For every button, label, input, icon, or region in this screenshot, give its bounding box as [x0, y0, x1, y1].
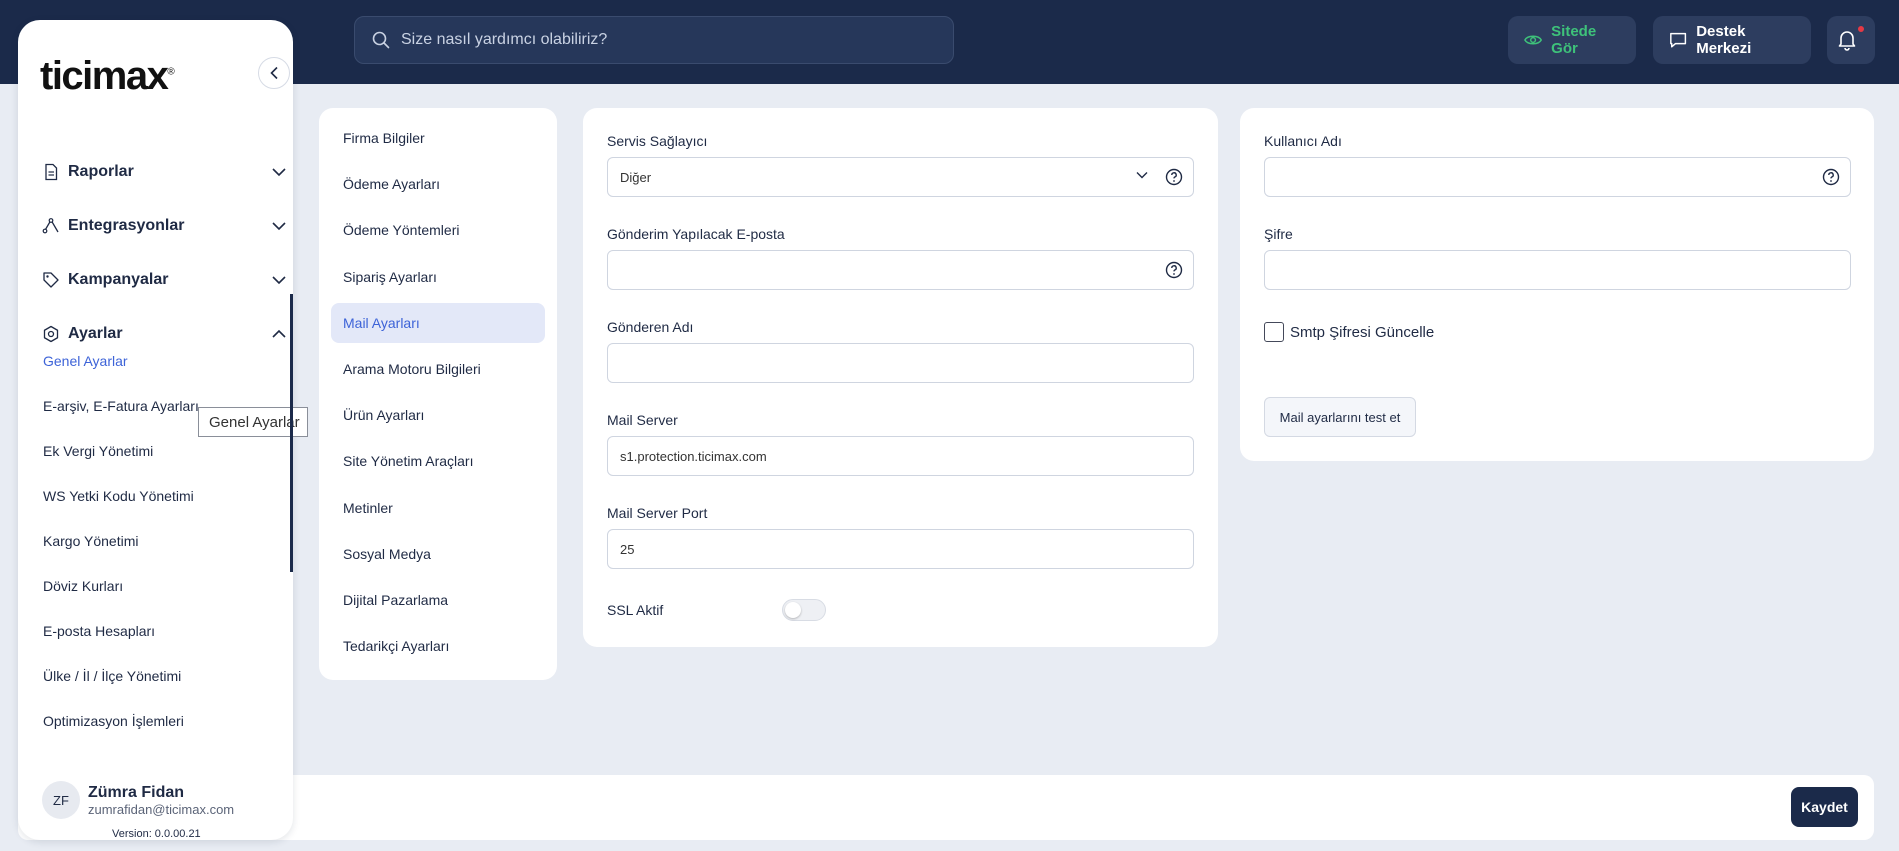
notification-dot: [1858, 26, 1864, 32]
sender-name-label: Gönderen Adı: [607, 319, 694, 335]
update-smtp-password-label: Smtp Şifresi Güncelle: [1290, 323, 1435, 341]
ticimax-logo[interactable]: ticimax®: [40, 54, 175, 99]
sidebar-item-doviz[interactable]: Döviz Kurları: [43, 578, 123, 594]
chevron-up-icon: [272, 329, 286, 338]
user-profile[interactable]: ZF Zümra Fidan zumrafidan@ticimax.com: [42, 781, 234, 819]
sidebar-group-label: Kampanyalar: [68, 271, 169, 288]
user-name: Zümra Fidan: [88, 783, 185, 801]
sidebar-group-entegrasyonlar[interactable]: Entegrasyonlar: [42, 206, 287, 246]
sender-name-field[interactable]: [607, 343, 1194, 383]
user-email: zumrafidan@ticimax.com: [88, 801, 235, 817]
help-icon[interactable]: [1165, 168, 1183, 186]
notifications-button[interactable]: [1827, 16, 1875, 64]
password-label: Şifre: [1264, 226, 1293, 242]
settings-menu-item[interactable]: Ödeme Ayarları: [331, 164, 545, 204]
sidebar-item-optimizasyon[interactable]: Optimizasyon İşlemleri: [43, 713, 184, 729]
settings-menu-item-active[interactable]: Mail Ayarları: [331, 303, 545, 343]
provider-label: Servis Sağlayıcı: [607, 133, 708, 149]
sidebar-group-raporlar[interactable]: Raporlar: [42, 152, 287, 192]
mail-settings-form: Servis Sağlayıcı Diğer Gönderim Yapılaca…: [583, 108, 1218, 647]
settings-menu-item[interactable]: Sosyal Medya: [331, 534, 545, 574]
provider-select[interactable]: Diğer: [607, 157, 1194, 197]
settings-menu-item[interactable]: Arama Motoru Bilgileri: [331, 349, 545, 389]
sidebar-group-kampanyalar[interactable]: Kampanyalar: [42, 260, 287, 300]
sidebar-item-e-posta-hesaplari[interactable]: E-posta Hesapları: [43, 623, 155, 639]
smtp-auth-form: Kullanıcı Adı Şifre Smtp Şifresi Güncell…: [1240, 108, 1874, 461]
settings-menu-item[interactable]: Tedarikçi Ayarları: [331, 626, 545, 666]
sidebar-item-genel-ayarlar[interactable]: Genel Ayarlar: [43, 353, 128, 369]
sidebar-item-ws-yetki[interactable]: WS Yetki Kodu Yönetimi: [43, 488, 194, 504]
chat-icon: [1670, 32, 1687, 48]
provider-value: Diğer: [620, 169, 652, 185]
sidebar: ticimax® Raporlar Entegrasyonlar Kampany…: [18, 20, 308, 840]
mail-port-field[interactable]: 25: [607, 529, 1194, 569]
password-field[interactable]: [1264, 250, 1851, 290]
sidebar-item-ek-vergi[interactable]: Ek Vergi Yönetimi: [43, 443, 153, 459]
view-site-label: Sitede Gör: [1551, 23, 1597, 57]
avatar: ZF: [42, 781, 80, 819]
mail-port-label: Mail Server Port: [607, 505, 708, 521]
update-smtp-password-checkbox[interactable]: [1264, 322, 1284, 342]
settings-menu-item[interactable]: Ürün Ayarları: [331, 395, 545, 435]
mail-server-field[interactable]: s1.protection.ticimax.com: [607, 436, 1194, 476]
chevron-down-icon: [272, 276, 286, 285]
chevron-down-icon: [272, 168, 286, 177]
help-icon[interactable]: [1822, 168, 1840, 186]
document-icon: [45, 163, 58, 181]
settings-menu-item[interactable]: Dijital Pazarlama: [331, 580, 545, 620]
sidebar-scrollbar[interactable]: [290, 294, 293, 572]
search-placeholder: Size nasıl yardımcı olabiliriz?: [401, 31, 608, 48]
settings-menu-item[interactable]: Firma Bilgiler: [331, 118, 545, 158]
help-icon[interactable]: [1165, 261, 1183, 279]
settings-menu-item[interactable]: Sipariş Ayarları: [331, 257, 545, 297]
sidebar-group-label: Entegrasyonlar: [68, 217, 185, 234]
sidebar-item-kargo[interactable]: Kargo Yönetimi: [43, 533, 138, 549]
sidebar-group-label: Ayarlar: [68, 325, 123, 342]
chevron-left-icon: [270, 66, 278, 80]
sidebar-group-ayarlar[interactable]: Ayarlar: [42, 314, 287, 354]
ssl-toggle[interactable]: [782, 599, 826, 621]
search-icon: [372, 31, 390, 49]
tag-icon: [43, 272, 59, 288]
mail-server-value: s1.protection.ticimax.com: [620, 448, 767, 464]
version-label: Version: 0.0.00.21: [112, 828, 201, 840]
view-site-button[interactable]: Sitede Gör: [1508, 16, 1636, 64]
send-email-field[interactable]: [607, 250, 1194, 290]
sidebar-item-e-arsiv[interactable]: E-arşiv, E-Fatura Ayarları: [43, 398, 199, 414]
search-bar[interactable]: Size nasıl yardımcı olabiliriz?: [354, 16, 954, 64]
chevron-down-icon: [272, 222, 286, 231]
username-label: Kullanıcı Adı: [1264, 133, 1342, 149]
integration-icon: [42, 218, 59, 234]
username-field[interactable]: [1264, 157, 1851, 197]
save-button[interactable]: Kaydet: [1791, 787, 1858, 827]
mail-server-label: Mail Server: [607, 412, 678, 428]
send-email-label: Gönderim Yapılacak E-posta: [607, 226, 785, 242]
sidebar-item-ulke-il-ilce[interactable]: Ülke / İl / İlçe Yönetimi: [43, 668, 181, 684]
settings-menu: Firma Bilgiler Ödeme Ayarları Ödeme Yönt…: [319, 108, 557, 680]
bell-icon: [1838, 31, 1855, 51]
mail-port-value: 25: [620, 541, 635, 557]
collapse-sidebar-button[interactable]: [258, 57, 290, 89]
settings-menu-item[interactable]: Metinler: [331, 488, 545, 528]
update-smtp-password-row[interactable]: Smtp Şifresi Güncelle: [1264, 322, 1434, 342]
settings-menu-item[interactable]: Ödeme Yöntemleri: [331, 210, 545, 250]
ssl-label: SSL Aktif: [607, 602, 664, 618]
footer-bar: Kaydet: [18, 775, 1874, 840]
support-center-label: Destek Merkezi: [1696, 23, 1752, 57]
chevron-down-icon: [1136, 172, 1148, 179]
support-center-button[interactable]: Destek Merkezi: [1653, 16, 1811, 64]
gear-icon: [43, 325, 59, 343]
settings-menu-item[interactable]: Site Yönetim Araçları: [331, 441, 545, 481]
test-mail-settings-button[interactable]: Mail ayarlarını test et: [1264, 397, 1416, 437]
sidebar-group-label: Raporlar: [68, 163, 134, 180]
eye-icon: [1524, 35, 1543, 45]
